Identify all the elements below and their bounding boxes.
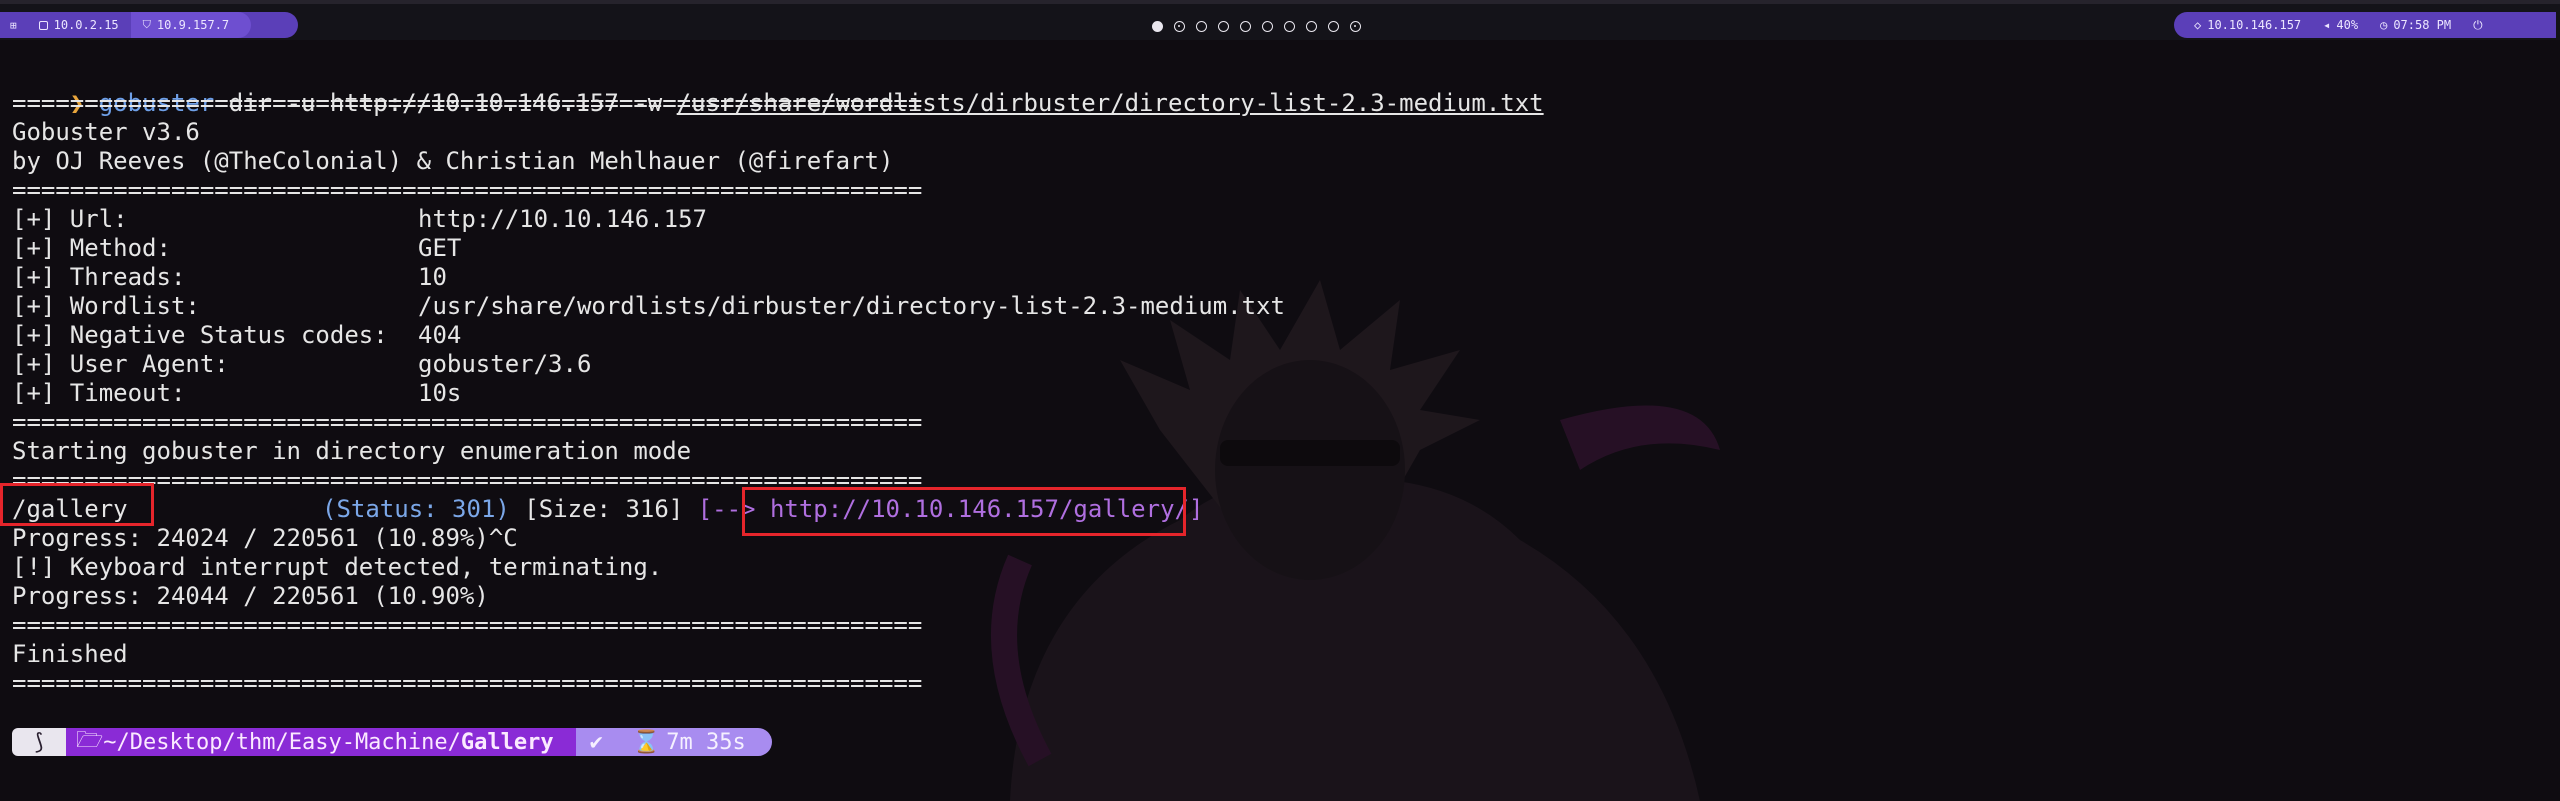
timer-segment: ⌛ 7m 35s (620, 728, 772, 756)
vpn-ip: 10.9.157.7 (156, 18, 230, 32)
volume-item[interactable]: ◂ 40% (2323, 18, 2358, 32)
separator-line: ========================================… (12, 611, 923, 639)
top-bar: ⊞ 10.0.2.15 ⛉ 10.9.157.7 ◇ 10.10.146.157… (0, 0, 2560, 40)
workspace-5[interactable] (1240, 20, 1251, 32)
config-value: 10s (418, 379, 462, 407)
config-value: 10 (418, 263, 447, 291)
power-button[interactable]: ⏻ (2473, 18, 2483, 33)
clock-icon: ◷ (2380, 18, 2388, 32)
workspace-3[interactable] (1196, 20, 1207, 32)
os-segment: ⟆ (12, 728, 66, 756)
config-row: [+] User Agent: gobuster/3.6 (12, 350, 591, 379)
config-label: [+] User Agent: (12, 350, 229, 378)
config-value: 404 (418, 321, 462, 349)
local-ip-item[interactable]: 10.0.2.15 (38, 18, 119, 32)
vpn-ip-item[interactable]: ⛉ 10.9.157.7 (130, 12, 252, 38)
progress-line-2: Progress: 24044 / 220561 (10.90%) (12, 582, 489, 610)
interrupt-line: [!] Keyboard interrupt detected, termina… (12, 553, 663, 581)
network-pill: ⊞ 10.0.2.15 ⛉ 10.9.157.7 (0, 12, 298, 38)
status-segment: ✔ (575, 728, 621, 756)
workspace-9[interactable] (1328, 20, 1339, 32)
config-label: [+] Method: (12, 234, 171, 262)
hourglass-icon: ⌛ (632, 729, 661, 755)
target-icon: ◇ (2194, 18, 2202, 32)
result-close: ] (1188, 495, 1204, 523)
separator-line: ========================================… (12, 408, 923, 436)
workspace-10[interactable] (1350, 20, 1361, 32)
workspace-6[interactable] (1262, 20, 1273, 32)
workspace-7[interactable] (1284, 20, 1295, 32)
shield-icon: ⛉ (142, 18, 151, 31)
folder-open-icon: 🗁 (76, 728, 104, 753)
workspace-1[interactable] (1152, 20, 1163, 32)
target-ip: 10.10.146.157 (2207, 18, 2302, 32)
workspace-2[interactable] (1174, 20, 1185, 32)
target-ip-item[interactable]: ◇ 10.10.146.157 (2194, 18, 2301, 32)
config-label: [+] Negative Status codes: (12, 321, 388, 349)
config-row: [+] Threads: 10 (12, 263, 447, 292)
workspace-switcher (1152, 14, 1361, 38)
clock-time: 07:58 PM (2393, 18, 2452, 32)
config-row: [+] Negative Status codes: 404 (12, 321, 461, 350)
highlight-gallery-path (0, 483, 154, 526)
result-size: [Size: 316] (524, 495, 684, 523)
config-value: /usr/share/wordlists/dirbuster/directory… (418, 292, 1285, 320)
status-pill: ◇ 10.10.146.157 ◂ 40% ◷ 07:58 PM ⏻ (2174, 12, 2556, 38)
finished-line: Finished (12, 640, 128, 668)
power-icon: ⏻ (2473, 17, 2483, 32)
command-line: ❯ gobuster dir -u http://10.10.146.157 -… (12, 60, 1544, 117)
directory-segment: 🗁 ~/Desktop/thm/Easy-Machine/Gallery (66, 728, 576, 756)
check-icon: ✔ (589, 729, 603, 755)
monitor-icon (38, 20, 48, 30)
config-row: [+] Timeout: 10s (12, 379, 461, 408)
config-label: [+] Wordlist: (12, 292, 200, 320)
shell-prompt[interactable]: ⟆ 🗁 ~/Desktop/thm/Easy-Machine/Gallery ✔… (12, 728, 772, 756)
workspace-4[interactable] (1218, 20, 1229, 32)
local-ip: 10.0.2.15 (53, 18, 119, 32)
config-value: gobuster/3.6 (418, 350, 592, 378)
volume-level: 40% (2336, 18, 2359, 32)
separator-line: ========================================… (12, 89, 923, 117)
banner-version: Gobuster v3.6 (12, 118, 200, 146)
speaker-icon: ◂ (2323, 18, 2331, 32)
separator-line: ========================================… (12, 176, 923, 204)
grid-icon: ⊞ (10, 18, 17, 32)
config-row: [+] Wordlist: /usr/share/wordlists/dirbus… (12, 292, 1285, 321)
start-message: Starting gobuster in directory enumerati… (12, 437, 692, 465)
banner-authors: by OJ Reeves (@TheColonial) & Christian … (12, 147, 894, 175)
dir-current: Gallery (460, 729, 554, 755)
clock-item[interactable]: ◷ 07:58 PM (2380, 18, 2451, 32)
highlight-redirect-url (742, 487, 1186, 536)
config-label: [+] Url: (12, 205, 128, 233)
config-row: [+] Url: http://10.10.146.157 (12, 205, 707, 234)
menu-button[interactable]: ⊞ (10, 19, 17, 32)
progress-line-1: Progress: 24024 / 220561 (10.89%)^C (12, 524, 518, 552)
elapsed-time: 7m 35s (666, 729, 746, 755)
config-row: [+] Method: GET (12, 234, 461, 263)
kali-dragon-icon: ⟆ (32, 729, 46, 755)
config-value: GET (418, 234, 462, 262)
result-status: (Status: 301) (322, 495, 510, 523)
workspace-8[interactable] (1306, 20, 1317, 32)
dir-prefix: ~/Desktop/thm/Easy-Machine/ (103, 729, 461, 755)
config-label: [+] Timeout: (12, 379, 186, 407)
config-label: [+] Threads: (12, 263, 186, 291)
separator-line: ========================================… (12, 669, 923, 697)
config-value: http://10.10.146.157 (418, 205, 707, 233)
